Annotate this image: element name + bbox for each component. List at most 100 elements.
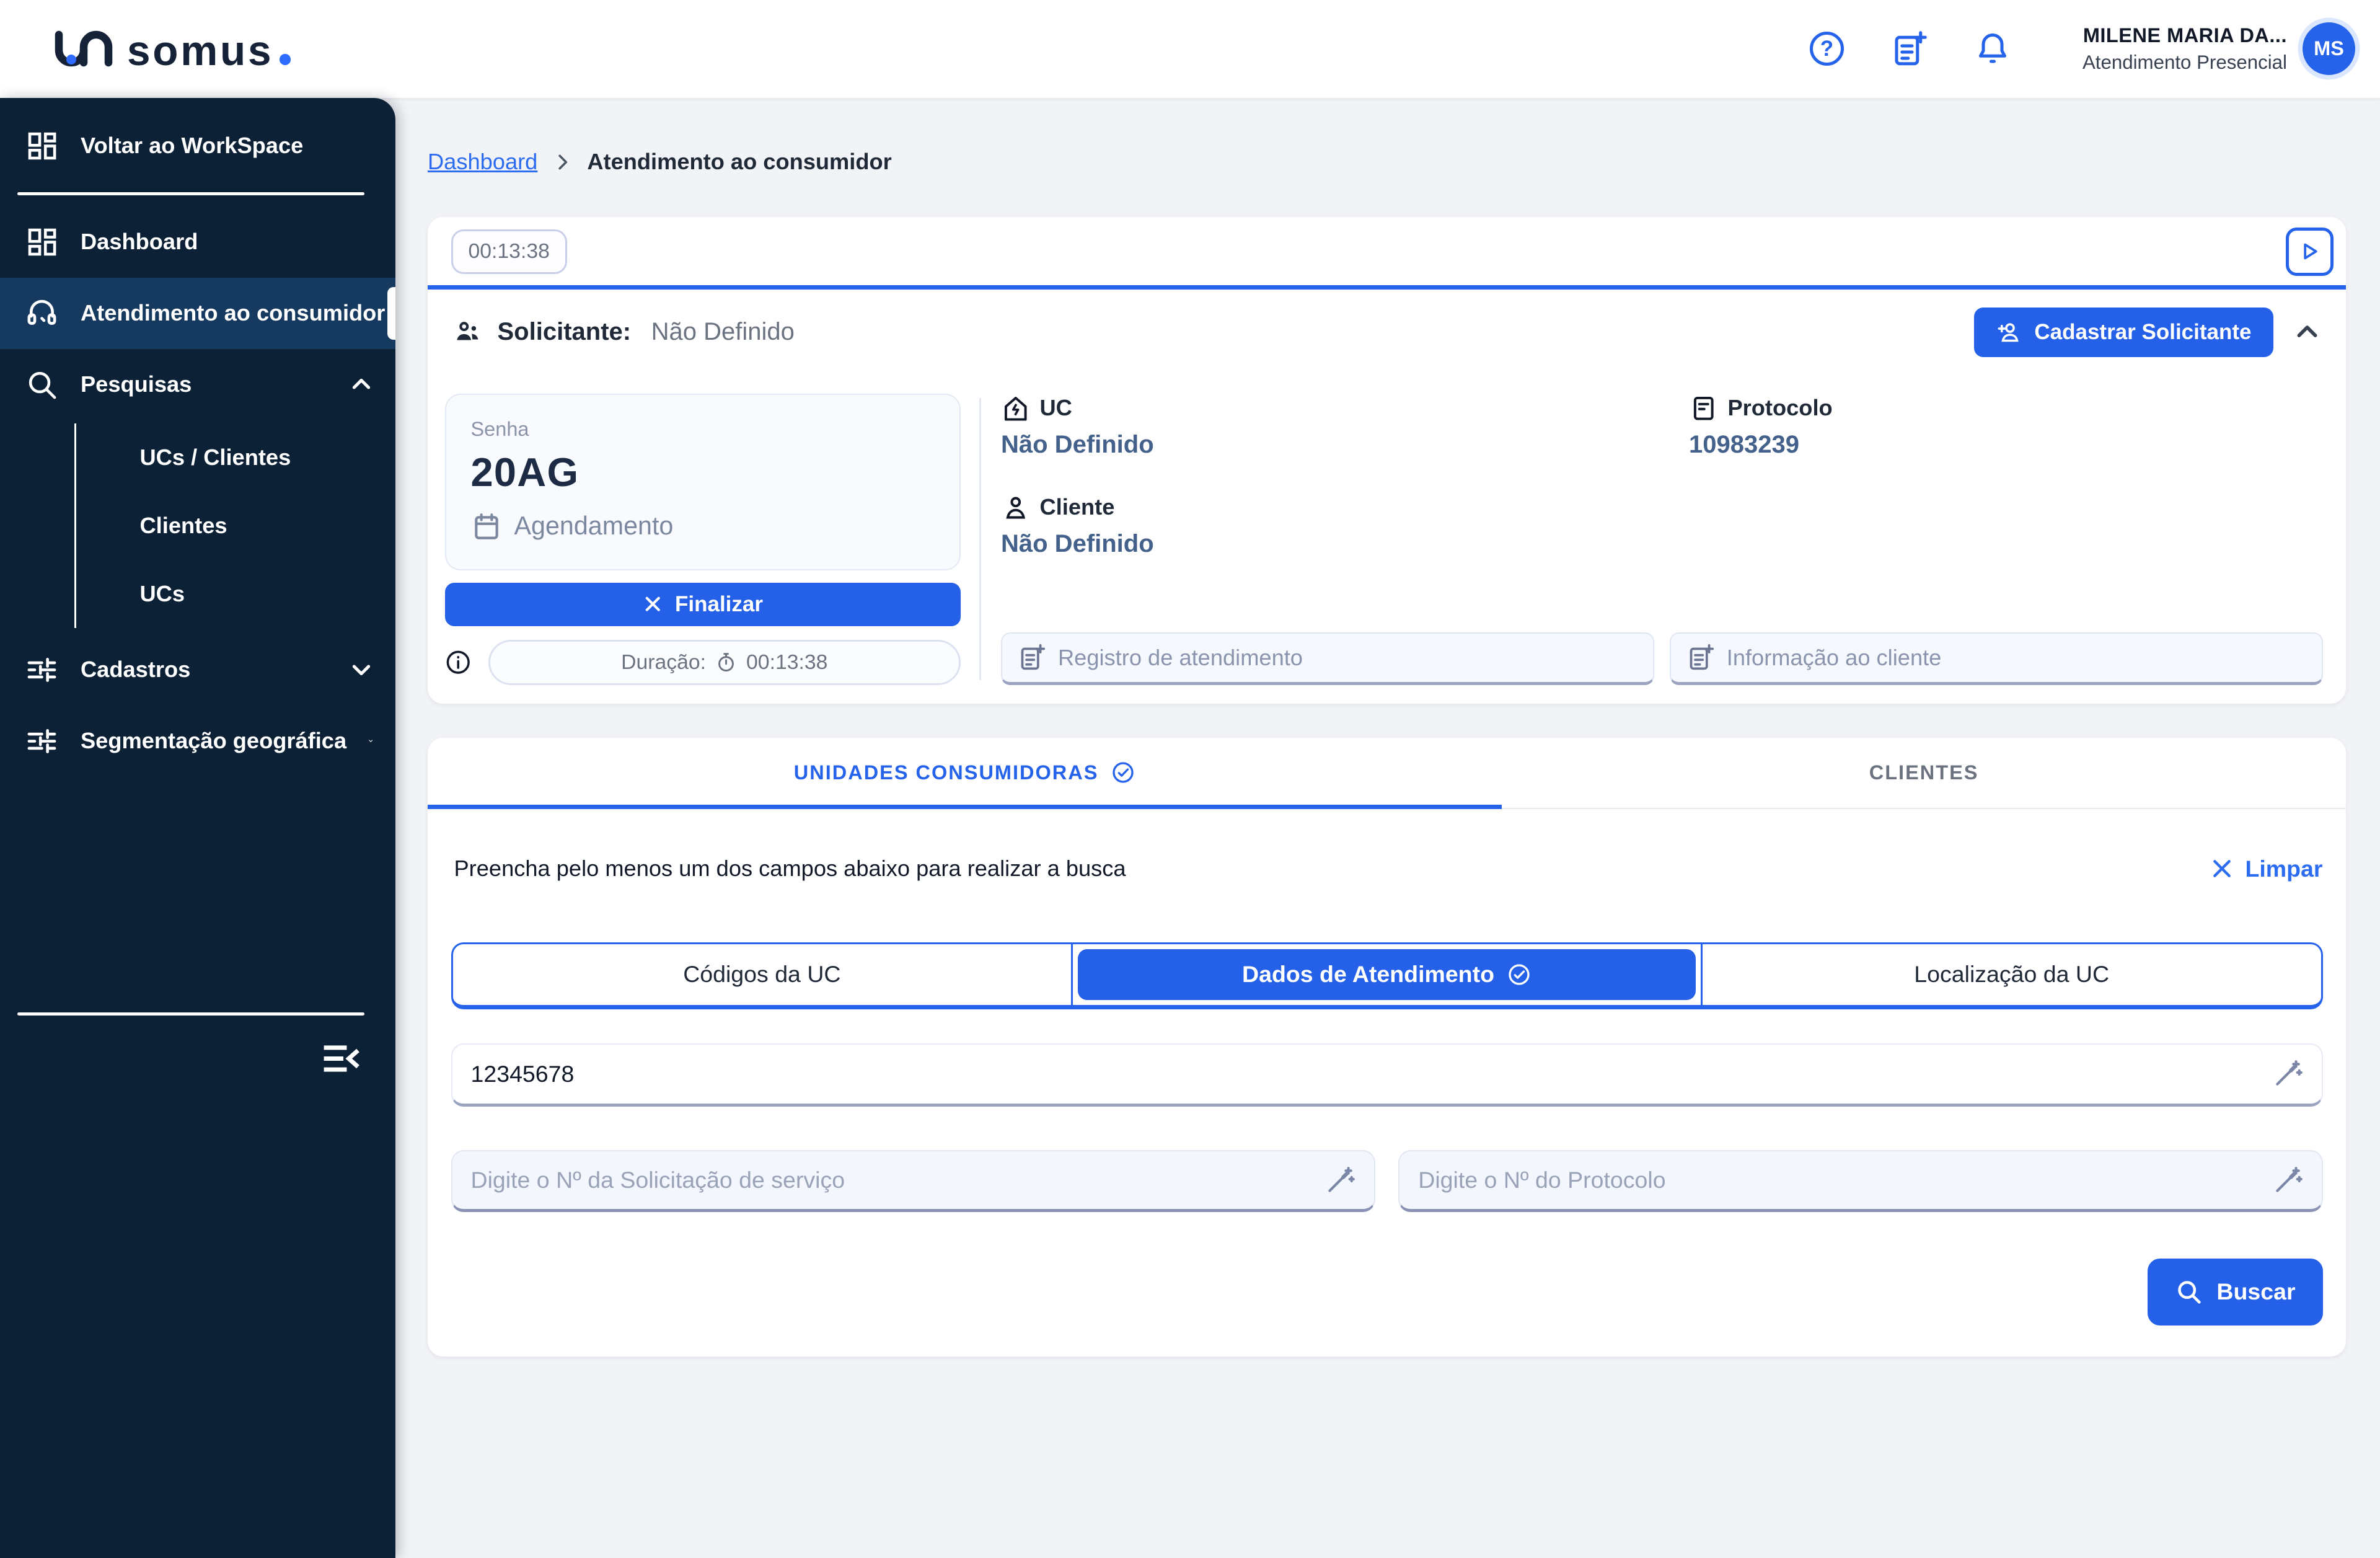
duracao-pill: Duração: 00:13:38: [488, 640, 961, 685]
logo-dot: [280, 54, 291, 65]
solicitacao-input[interactable]: [471, 1167, 1324, 1193]
app-root: somus ? MILENE MARIA DA... Atendimento P…: [0, 0, 2380, 1558]
duracao-value: 00:13:38: [746, 650, 827, 675]
protocolo-field[interactable]: [1398, 1150, 2322, 1212]
tab-clientes[interactable]: CLIENTES: [1502, 738, 2346, 808]
timer-chip: 00:13:38: [451, 229, 567, 275]
chevron-right-icon: [552, 151, 573, 173]
solicitante-row: Solicitante: Não Definido Cadastrar Soli…: [428, 290, 2346, 375]
calendar-icon: [471, 511, 502, 542]
sidebar-item-workspace[interactable]: Voltar ao WorkSpace: [0, 110, 395, 182]
senha-card: Senha 20AG Agendamento: [445, 394, 961, 570]
sidebar-item-atendimento[interactable]: Atendimento ao consumidor: [0, 278, 395, 349]
avatar[interactable]: MS: [2303, 22, 2355, 75]
chevron-down-icon: [349, 657, 374, 682]
main-content: Dashboard Atendimento ao consumidor 00:1…: [395, 98, 2380, 1558]
user-menu[interactable]: MILENE MARIA DA... Atendimento Presencia…: [2082, 22, 2355, 75]
breadcrumb-current: Atendimento ao consumidor: [587, 149, 891, 175]
sidebar-item-segmentacao[interactable]: Segmentação geográfica: [0, 706, 395, 777]
solicitacao-field[interactable]: [451, 1150, 1375, 1212]
tab-bar: UNIDADES CONSUMIDORAS CLIENTES: [428, 738, 2346, 809]
uc-value: Não Definido: [1001, 431, 1689, 459]
buscar-button[interactable]: Buscar: [2148, 1259, 2323, 1326]
headset-icon: [25, 296, 59, 330]
grid-icon: [25, 129, 59, 163]
segment-dados-atendimento[interactable]: Dados de Atendimento: [1071, 944, 1701, 1005]
vertical-divider: [979, 398, 981, 680]
solicitante-label: Solicitante:: [498, 318, 632, 346]
sidebar-subitem-clientes[interactable]: Clientes: [76, 492, 395, 560]
person-add-icon: [1996, 319, 2022, 346]
somus-logo-icon: [53, 25, 115, 72]
grid-icon: [25, 225, 59, 259]
breadcrumb-dashboard-link[interactable]: Dashboard: [428, 149, 537, 175]
search-icon: [2175, 1278, 2203, 1306]
collapse-panel-chevron-icon[interactable]: [2293, 318, 2321, 346]
senha-tipo: Agendamento: [514, 511, 674, 541]
somus-logo: somus: [53, 25, 291, 72]
sidebar-item-dashboard[interactable]: Dashboard: [0, 206, 395, 278]
close-icon: [2210, 856, 2234, 881]
sidebar-item-pesquisas[interactable]: Pesquisas: [0, 349, 395, 420]
chevron-down-icon: [368, 728, 373, 753]
sidebar-label: Voltar ao WorkSpace: [81, 133, 303, 159]
person-icon: [1001, 493, 1031, 523]
close-icon: [643, 594, 663, 614]
senha-label: Senha: [471, 418, 935, 441]
sidebar-collapse-row: [0, 1026, 395, 1091]
sidebar-subitem-ucs-clientes[interactable]: UCs / Clientes: [76, 423, 395, 492]
check-circle-icon: [1111, 760, 1135, 785]
sidebar-bottom-divider: [17, 1012, 364, 1016]
uc-code-field[interactable]: [451, 1043, 2323, 1107]
protocolo-value: 10983239: [1689, 431, 1833, 459]
note-add-icon: [1686, 644, 1714, 671]
informacao-cliente-field[interactable]: [1670, 632, 2323, 685]
check-circle-icon: [1507, 962, 1532, 987]
informacao-cliente-input[interactable]: [1727, 645, 2306, 671]
solicitante-value: Não Definido: [651, 318, 795, 346]
sidebar-subitem-ucs[interactable]: UCs: [76, 560, 395, 628]
registro-atendimento-input[interactable]: [1058, 645, 1637, 671]
protocolo-label: Protocolo: [1728, 395, 1833, 421]
search-mode-segments: Códigos da UC Dados de Atendimento Local…: [451, 942, 2323, 1009]
registro-atendimento-field[interactable]: [1001, 632, 1654, 685]
notifications-bell-icon[interactable]: [1974, 30, 2011, 68]
magic-wand-icon[interactable]: [1324, 1165, 1355, 1196]
limpar-button[interactable]: Limpar: [2210, 856, 2323, 882]
people-icon: [452, 317, 483, 348]
new-note-icon[interactable]: [1890, 30, 1928, 68]
finalizar-button[interactable]: Finalizar: [445, 583, 961, 626]
protocol-document-icon: [1689, 394, 1719, 423]
sidebar-item-cadastros[interactable]: Cadastros: [0, 634, 395, 706]
info-icon[interactable]: [445, 649, 472, 676]
note-add-icon: [1018, 644, 1046, 671]
sliders-icon: [25, 653, 59, 687]
cadastrar-solicitante-button[interactable]: Cadastrar Solicitante: [1974, 308, 2273, 357]
search-hint: Preencha pelo menos um dos campos abaixo…: [451, 856, 1126, 882]
top-header: somus ? MILENE MARIA DA... Atendimento P…: [0, 0, 2380, 98]
tab-unidades-consumidoras[interactable]: UNIDADES CONSUMIDORAS: [428, 738, 1502, 808]
ticket-details: Senha 20AG Agendamento Finalizar: [428, 375, 2346, 704]
magic-wand-icon[interactable]: [2272, 1165, 2303, 1196]
sidebar-label: Atendimento ao consumidor: [81, 300, 385, 326]
breadcrumb: Dashboard Atendimento ao consumidor: [428, 149, 2346, 175]
cliente-value: Não Definido: [1001, 530, 1689, 558]
duracao-label: Duração:: [621, 650, 706, 675]
help-icon[interactable]: ?: [1810, 32, 1844, 66]
collapse-sidebar-icon[interactable]: [321, 1038, 361, 1079]
uc-code-input[interactable]: [471, 1061, 2272, 1087]
sidebar-label: Dashboard: [81, 229, 198, 255]
senha-value: 20AG: [471, 449, 935, 495]
user-name: MILENE MARIA DA...: [2082, 24, 2287, 47]
segment-codigos-uc[interactable]: Códigos da UC: [453, 944, 1072, 1005]
play-icon: [2299, 241, 2320, 262]
magic-wand-icon[interactable]: [2272, 1058, 2303, 1089]
play-button[interactable]: [2286, 228, 2334, 276]
search-card: UNIDADES CONSUMIDORAS CLIENTES Preencha …: [428, 738, 2346, 1357]
protocolo-input[interactable]: [1418, 1167, 2272, 1193]
uc-house-icon: [1001, 394, 1031, 423]
sidebar: Voltar ao WorkSpace Dashboard Atendiment…: [0, 98, 395, 1558]
segment-localizacao-uc[interactable]: Localização da UC: [1701, 944, 2321, 1005]
pesquisas-subgroup: UCs / Clientes Clientes UCs: [74, 423, 395, 628]
timer-bar: 00:13:38: [428, 217, 2346, 290]
